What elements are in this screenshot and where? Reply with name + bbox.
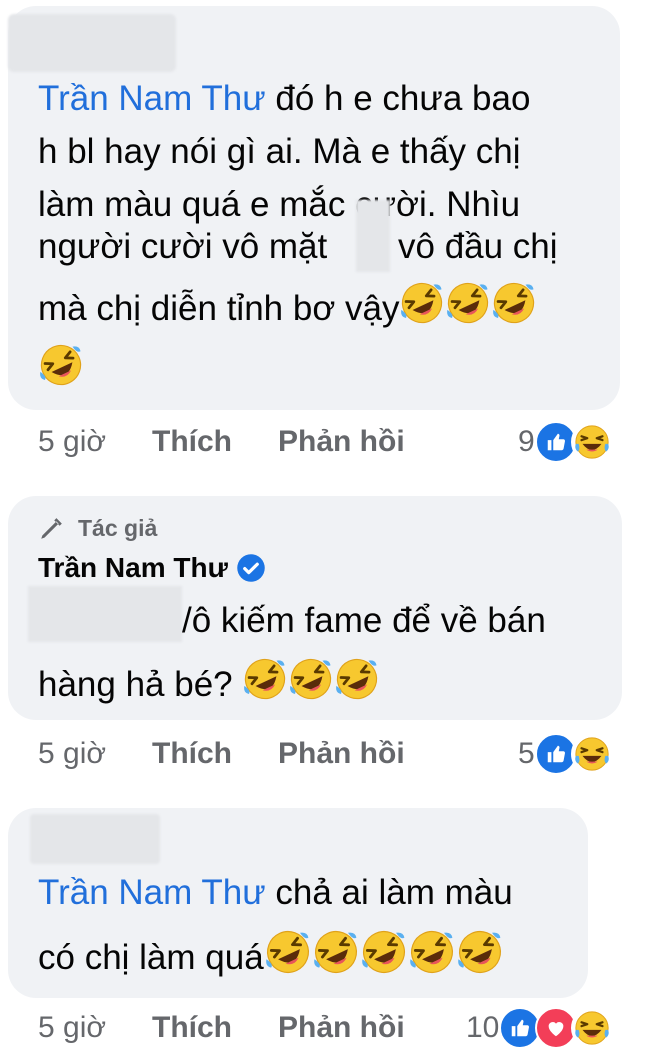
pen-icon [41, 517, 62, 539]
comment-line: vô đầu chị [398, 227, 558, 266]
comment-text: Trần Nam Thư chả ai làm màu [38, 866, 513, 919]
mention-link[interactable]: Trần Nam Thư [38, 873, 266, 912]
rolling-laughing-emoji [259, 923, 317, 991]
comment-line: đó h e chưa bao [275, 79, 531, 118]
like-button[interactable]: Thích [152, 1008, 232, 1048]
timestamp[interactable]: 5 giờ [38, 1008, 106, 1048]
comment-actions: 5 giờ Thích Phản hồi [38, 734, 438, 774]
reply-button[interactable]: Phản hồi [278, 734, 405, 774]
comment-actions: 5 giờ Thích Phản hồi [38, 422, 438, 462]
haha-icon [570, 733, 613, 775]
rolling-laughing-emoji [238, 651, 293, 717]
author-badge: Tác giả [38, 515, 157, 542]
redacted-word [356, 200, 390, 272]
rolling-laughing-emoji [451, 923, 509, 991]
rolling-laughing-emoji [441, 275, 496, 341]
comment-line: hàng hả bé? [38, 651, 385, 717]
rolling-laughing-emoji [395, 275, 450, 341]
verified-badge-icon [237, 554, 265, 582]
reaction-count: 5 [518, 737, 535, 770]
comment-line: chả ai làm màu [275, 873, 513, 912]
author-name[interactable]: Trần Nam Thư [38, 552, 266, 584]
commenter-name-redacted [8, 14, 176, 72]
like-button[interactable]: Thích [152, 734, 232, 774]
like-button[interactable]: Thích [152, 422, 232, 462]
rolling-laughing-emoji [330, 651, 385, 717]
rolling-laughing-emoji [33, 337, 89, 393]
reaction-count: 10 [466, 1011, 500, 1044]
haha-icon [570, 421, 613, 463]
comment-line: có chị làm quá [38, 923, 509, 991]
timestamp[interactable]: 5 giờ [38, 422, 106, 462]
rolling-laughing-emoji [307, 923, 365, 991]
reply-button[interactable]: Phản hồi [278, 422, 405, 462]
comment-text: Trần Nam Thư đó h e chưa bao [38, 72, 530, 125]
comment-line: mà chị diễn tỉnh bơ vậy [38, 275, 542, 341]
rolling-laughing-emoji [355, 923, 413, 991]
reaction-summary[interactable]: 5 [518, 733, 613, 775]
commenter-name-redacted [30, 814, 160, 864]
comment-line: người cười vô mặt [38, 227, 328, 266]
comment-actions: 5 giờ Thích Phản hồi [38, 1008, 438, 1048]
reaction-count: 9 [518, 425, 535, 458]
rolling-laughing-emoji [284, 651, 339, 717]
comment-line: h bl hay nói gì ai. Mà e thấy chị [38, 132, 521, 171]
mention-redacted [28, 586, 182, 642]
reply-button[interactable]: Phản hồi [278, 1008, 405, 1048]
haha-icon [571, 1007, 614, 1049]
timestamp[interactable]: 5 giờ [38, 734, 106, 774]
mention-link[interactable]: Trần Nam Thư [38, 79, 266, 118]
reaction-summary[interactable]: 9 [518, 421, 613, 463]
rolling-laughing-emoji [487, 275, 542, 341]
reaction-summary[interactable]: 10 [466, 1007, 614, 1049]
comment-line: /ô kiếm fame để về bán [182, 601, 546, 640]
rolling-laughing-emoji [403, 923, 461, 991]
